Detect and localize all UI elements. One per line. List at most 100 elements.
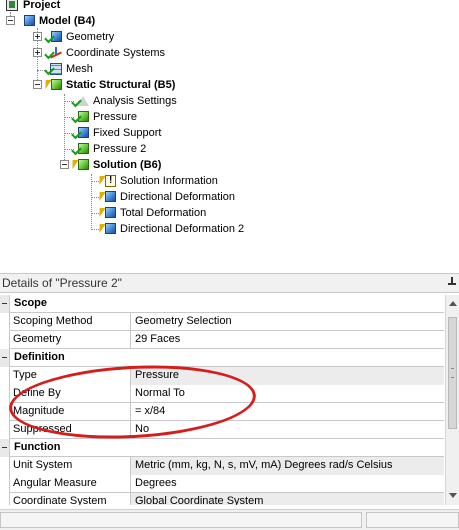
tree-node-label: Mesh: [66, 63, 93, 75]
property-row[interactable]: Suppressed No: [0, 421, 444, 439]
tree-node-label: Fixed Support: [93, 127, 162, 139]
row-gutter: [0, 403, 10, 421]
outline-tree: Project Model (B4) Geometry Coordinate S…: [0, 0, 459, 265]
tree-connector: [91, 174, 92, 230]
details-title-bar: Details of "Pressure 2": [0, 273, 459, 293]
tree-node-label: Analysis Settings: [93, 95, 177, 107]
pressure-icon: [71, 109, 90, 125]
mesh-icon: [44, 61, 63, 77]
tree-node-label: Solution (B6): [93, 159, 162, 171]
tree-node-directional-deformation[interactable]: Directional Deformation: [96, 189, 235, 205]
property-row[interactable]: Scoping Method Geometry Selection: [0, 313, 444, 331]
property-name: Magnitude: [10, 403, 131, 421]
tree-node-pressure-2[interactable]: Pressure 2: [71, 141, 147, 157]
tree-node-solution-information[interactable]: Solution Information: [96, 173, 218, 189]
collapse-icon[interactable]: [0, 349, 10, 367]
deformation-icon: [96, 221, 117, 237]
collapse-model-toggle[interactable]: [6, 16, 15, 25]
details-panel: Details of "Pressure 2" Scope Scoping Me…: [0, 273, 459, 530]
collapse-icon[interactable]: [0, 295, 10, 313]
row-gutter: [0, 421, 10, 439]
property-value[interactable]: = x/84: [131, 403, 444, 421]
tree-node-analysis-settings[interactable]: Analysis Settings: [71, 93, 177, 109]
details-grid: Scope Scoping Method Geometry Selection …: [0, 295, 444, 505]
property-value[interactable]: No: [131, 421, 444, 439]
deformation-icon: [96, 205, 117, 221]
geometry-icon: [44, 29, 63, 45]
scrollbar-thumb[interactable]: [448, 317, 457, 429]
tree-node-pressure[interactable]: Pressure: [71, 109, 138, 125]
property-value[interactable]: Metric (mm, kg, N, s, mV, mA) Degrees ra…: [131, 457, 444, 475]
collapse-static-structural-toggle[interactable]: [33, 80, 42, 89]
section-title: Scope: [14, 297, 48, 309]
property-value[interactable]: Pressure: [131, 367, 444, 385]
tree-node-directional-deformation-2[interactable]: Directional Deformation 2: [96, 221, 245, 237]
scroll-down-arrow-icon[interactable]: [449, 493, 457, 498]
property-name: Define By: [10, 385, 131, 403]
property-value[interactable]: Degrees: [131, 475, 444, 493]
tree-node-label: Pressure 2: [93, 143, 147, 155]
property-row[interactable]: Type Pressure: [0, 367, 444, 385]
collapse-solution-toggle[interactable]: [60, 160, 69, 169]
model-icon: [20, 13, 36, 29]
row-gutter: [0, 457, 10, 475]
tree-node-label: Coordinate Systems: [66, 47, 166, 59]
expand-coordinate-systems-toggle[interactable]: [33, 48, 42, 57]
property-name: Type: [10, 367, 131, 385]
property-name: Unit System: [10, 457, 131, 475]
row-gutter: [0, 331, 10, 349]
vertical-scrollbar[interactable]: [445, 295, 459, 505]
property-value[interactable]: Geometry Selection: [131, 313, 444, 331]
expand-geometry-toggle[interactable]: [33, 32, 42, 41]
tree-node-fixed-support[interactable]: Fixed Support: [71, 125, 162, 141]
deformation-icon: [96, 189, 117, 205]
pressure-icon: [71, 141, 90, 157]
row-gutter: [0, 385, 10, 403]
static-structural-icon: [42, 77, 63, 93]
property-value[interactable]: 29 Faces: [131, 331, 444, 349]
property-row[interactable]: Coordinate System Global Coordinate Syst…: [0, 493, 444, 505]
tree-node-label: Model (B4): [39, 15, 96, 27]
property-row[interactable]: Magnitude = x/84: [0, 403, 444, 421]
section-function[interactable]: Function: [0, 439, 444, 457]
tree-node-label: Directional Deformation: [120, 191, 235, 203]
tree-node-label: Pressure: [93, 111, 138, 123]
project-icon: [4, 0, 20, 13]
status-pane: [366, 512, 459, 528]
tree-node-label: Directional Deformation 2: [120, 223, 245, 235]
property-name: Coordinate System: [10, 493, 131, 505]
analysis-settings-icon: [71, 93, 90, 109]
property-row[interactable]: Unit System Metric (mm, kg, N, s, mV, mA…: [0, 457, 444, 475]
row-gutter: [0, 367, 10, 385]
tree-node-geometry[interactable]: Geometry: [44, 29, 115, 45]
tree-node-solution[interactable]: Solution (B6): [69, 157, 162, 173]
section-definition[interactable]: Definition: [0, 349, 444, 367]
property-row[interactable]: Geometry 29 Faces: [0, 331, 444, 349]
property-row[interactable]: Angular Measure Degrees: [0, 475, 444, 493]
tree-node-model[interactable]: Model (B4): [20, 13, 95, 29]
tree-node-project[interactable]: Project: [4, 0, 60, 13]
tree-node-static-structural[interactable]: Static Structural (B5): [42, 77, 176, 93]
property-name: Angular Measure: [10, 475, 131, 493]
section-title: Definition: [14, 351, 65, 363]
section-scope[interactable]: Scope: [0, 295, 444, 313]
property-value[interactable]: Global Coordinate System: [131, 493, 444, 505]
tree-node-label: Total Deformation: [120, 207, 207, 219]
status-pane: [0, 512, 362, 528]
scroll-up-arrow-icon[interactable]: [449, 301, 457, 306]
solution-icon: [69, 157, 90, 173]
tree-node-total-deformation[interactable]: Total Deformation: [96, 205, 207, 221]
row-gutter: [0, 493, 10, 505]
tree-node-mesh[interactable]: Mesh: [44, 61, 93, 77]
pin-icon[interactable]: [448, 277, 456, 289]
tree-node-label: Solution Information: [120, 175, 218, 187]
collapse-icon[interactable]: [0, 439, 10, 457]
property-name: Suppressed: [10, 421, 131, 439]
property-value[interactable]: Normal To: [131, 385, 444, 403]
property-row[interactable]: Define By Normal To: [0, 385, 444, 403]
tree-node-label: Project: [23, 0, 61, 11]
tree-node-coordinate-systems[interactable]: Coordinate Systems: [44, 45, 166, 61]
property-name: Scoping Method: [10, 313, 131, 331]
tree-node-label: Static Structural (B5): [66, 79, 176, 91]
tree-node-label: Geometry: [66, 31, 115, 43]
